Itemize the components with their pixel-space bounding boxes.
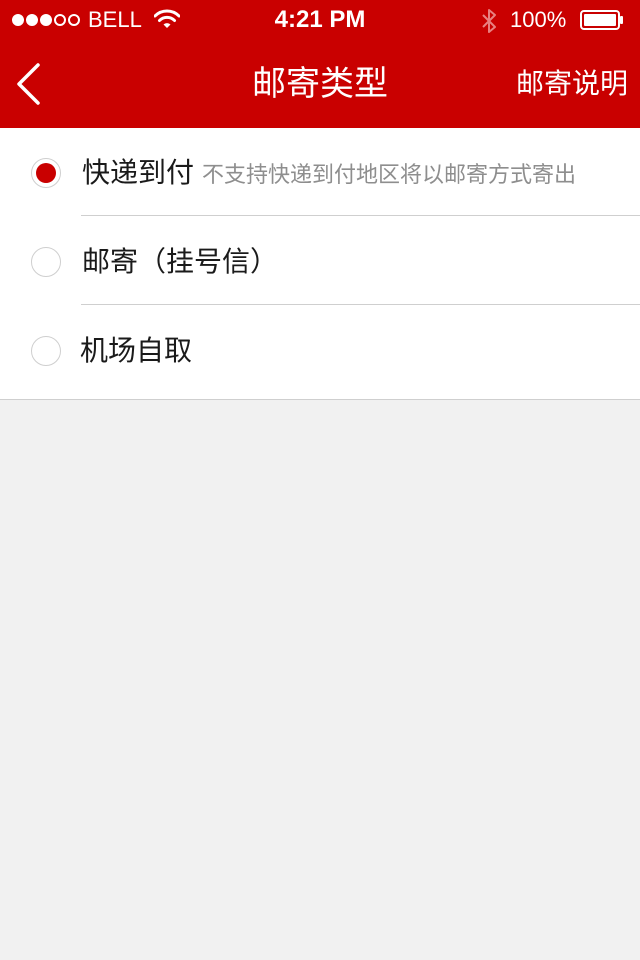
- bluetooth-icon: [482, 9, 496, 33]
- radio-selected-icon[interactable]: [31, 158, 61, 188]
- option-label: 快递到付: [82, 156, 195, 189]
- battery-icon: [580, 10, 623, 30]
- option-cash-on-delivery[interactable]: 快递到付 不支持快递到付地区将以邮寄方式寄出: [0, 128, 640, 216]
- header-bar: BELL 4:21 PM 100% 邮寄类型 邮寄说明: [0, 0, 640, 128]
- option-airport-pickup[interactable]: 机场自取: [0, 306, 640, 394]
- option-label: 邮寄（挂号信）: [82, 245, 279, 278]
- delivery-options-list: 快递到付 不支持快递到付地区将以邮寄方式寄出 邮寄（挂号信） 机场自取: [0, 128, 640, 400]
- option-note: 不支持快递到付地区将以邮寄方式寄出: [202, 163, 577, 188]
- divider: [81, 304, 640, 305]
- mailing-instructions-button[interactable]: 邮寄说明: [500, 64, 628, 104]
- option-label: 机场自取: [80, 334, 193, 367]
- radio-unselected-icon[interactable]: [31, 247, 61, 277]
- option-registered-mail[interactable]: 邮寄（挂号信）: [0, 217, 640, 305]
- radio-unselected-icon[interactable]: [31, 336, 61, 366]
- status-bar: BELL 4:21 PM 100%: [0, 0, 640, 40]
- battery-percentage: 100%: [510, 7, 567, 32]
- divider: [81, 215, 640, 216]
